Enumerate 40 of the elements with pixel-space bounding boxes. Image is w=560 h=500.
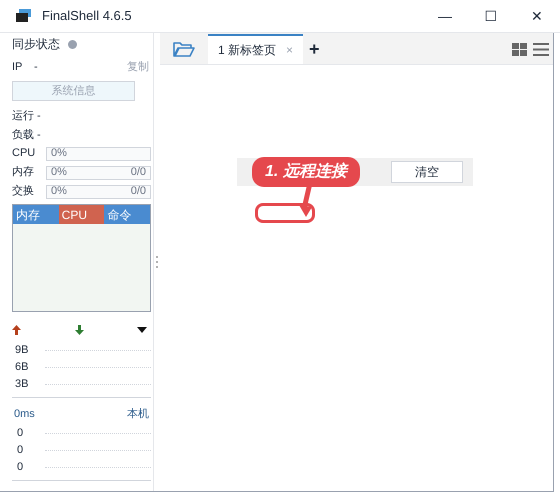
meter-reading: 0% (51, 165, 67, 180)
upload-arrow-icon (12, 325, 21, 335)
clear-button[interactable]: 清空 (391, 161, 463, 183)
axis-label: 0 (17, 442, 24, 458)
ip-label: IP (12, 60, 24, 75)
meter-detail: 0/0 (130, 184, 146, 200)
ip-value: - (34, 60, 38, 75)
app-logo-icon (16, 9, 32, 23)
meter-label: CPU (12, 146, 36, 162)
ping-label: 0ms (14, 407, 35, 422)
minimize-button[interactable]: — (422, 0, 468, 32)
callout-label: 1. 远程连接 (252, 157, 360, 187)
close-button[interactable]: ✕ (514, 0, 560, 32)
axis-label: 6B (15, 360, 30, 376)
process-tab[interactable]: 命令 (104, 205, 150, 224)
dropdown-icon[interactable] (137, 327, 147, 333)
meter-reading: 0% (51, 184, 67, 200)
download-arrow-icon (74, 325, 84, 335)
meter-reading: 0% (51, 146, 67, 162)
process-tab[interactable]: 内存 (13, 205, 59, 224)
meter-detail: 0/0 (130, 165, 146, 180)
sync-status-label: 同步状态 (12, 36, 60, 53)
tab-label: 1 新标签页 (218, 42, 276, 59)
process-tab[interactable]: CPU (58, 205, 104, 224)
window-title: FinalShell 4.6.5 (42, 7, 132, 26)
axis-label: 0 (17, 426, 24, 441)
host-label: 本机 (127, 407, 149, 422)
axis-label: 3B (15, 377, 30, 392)
uptime-label: 运行 - (12, 109, 42, 124)
splitter-handle-icon[interactable] (156, 256, 158, 268)
grid-icon[interactable] (512, 42, 527, 56)
tab[interactable]: 1 新标签页 × (208, 34, 304, 64)
add-tab-button[interactable]: + (303, 34, 326, 64)
meter-label: 内存 (12, 165, 35, 180)
axis-label: 9B (15, 343, 30, 358)
menu-icon[interactable] (533, 42, 549, 56)
maximize-button[interactable]: ☐ (468, 0, 514, 32)
axis-label: 0 (17, 460, 24, 475)
meter-label: 交换 (12, 184, 35, 200)
load-label: 负载 - (12, 128, 42, 142)
